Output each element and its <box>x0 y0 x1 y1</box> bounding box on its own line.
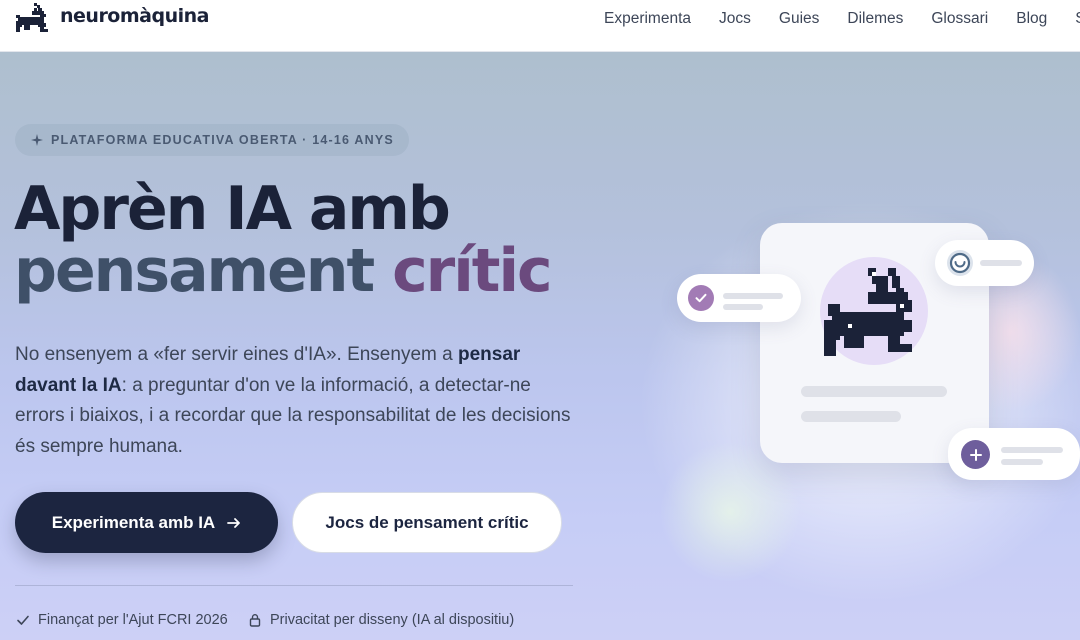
pill-text-line <box>980 260 1022 266</box>
check-icon <box>17 615 29 625</box>
brand-name: neuromàquina <box>60 5 209 27</box>
hero-section: PLATAFORMA EDUCATIVA OBERTA · 14-16 ANYS… <box>0 52 1080 640</box>
experimenta-button[interactable]: Experimenta amb IA <box>15 492 278 553</box>
jocs-button[interactable]: Jocs de pensament crític <box>292 492 562 553</box>
nav-jocs[interactable]: Jocs <box>719 10 751 28</box>
nav-guies[interactable]: Guies <box>779 10 820 28</box>
lock-icon <box>249 614 261 627</box>
divider <box>15 585 573 586</box>
floating-pill-plus <box>948 428 1080 480</box>
lead-text-1: No ensenyem a «fer servir eines d'IA». E… <box>15 344 458 365</box>
pill-text-line <box>723 304 763 310</box>
smile-icon <box>947 250 973 276</box>
rabbit-logo-icon <box>16 3 48 32</box>
trust-item-privacy: Privacitat per disseny (IA al dispositiu… <box>248 612 514 628</box>
audience-badge: PLATAFORMA EDUCATIVA OBERTA · 14-16 ANYS <box>15 124 409 156</box>
nav-item-cut-off[interactable]: S <box>1075 10 1080 28</box>
floating-pill-check <box>677 274 801 322</box>
nav-blog[interactable]: Blog <box>1016 10 1047 28</box>
trust-privacy-text: Privacitat per disseny (IA al dispositiu… <box>270 612 515 628</box>
pill-text-line <box>1001 459 1043 465</box>
title-highlight-pensament: pensament <box>14 236 375 306</box>
nav-glossari[interactable]: Glossari <box>931 10 988 28</box>
title-highlight-critic: crític <box>392 236 553 306</box>
experimenta-button-label: Experimenta amb IA <box>51 512 216 532</box>
plus-circle-icon <box>961 440 990 469</box>
hero-description: No ensenyem a «fer servir eines d'IA». E… <box>15 340 580 462</box>
rabbit-icon <box>824 268 912 356</box>
main-nav: Experimenta Jocs Guies Dilemes Glossari … <box>590 0 1080 38</box>
trust-item-funding: Finançat per l'Ajut FCRI 2026 <box>16 612 228 628</box>
title-line2: pensament crític <box>14 240 553 302</box>
nav-experimenta[interactable]: Experimenta <box>604 10 691 28</box>
hero-title: Aprèn IA amb pensament crític <box>14 178 553 302</box>
sparkle-icon <box>31 134 43 146</box>
trust-funding-text: Finançat per l'Ajut FCRI 2026 <box>38 612 228 628</box>
background-glow-green <box>660 442 800 582</box>
check-circle-icon <box>688 285 714 311</box>
arrow-right-icon <box>227 517 241 528</box>
pill-text-line <box>723 293 783 299</box>
floating-pill-smile <box>935 240 1034 286</box>
brand-logo-link[interactable]: neuromàquina <box>14 1 209 37</box>
card-text-line <box>801 411 901 422</box>
nav-dilemes[interactable]: Dilemes <box>847 10 903 28</box>
badge-label: PLATAFORMA EDUCATIVA OBERTA · 14-16 ANYS <box>51 133 394 147</box>
card-text-line <box>801 386 947 397</box>
pill-text-line <box>1001 447 1063 453</box>
site-header: neuromàquina Experimenta Jocs Guies Dile… <box>0 0 1080 52</box>
title-line1: Aprèn IA amb <box>14 174 451 244</box>
